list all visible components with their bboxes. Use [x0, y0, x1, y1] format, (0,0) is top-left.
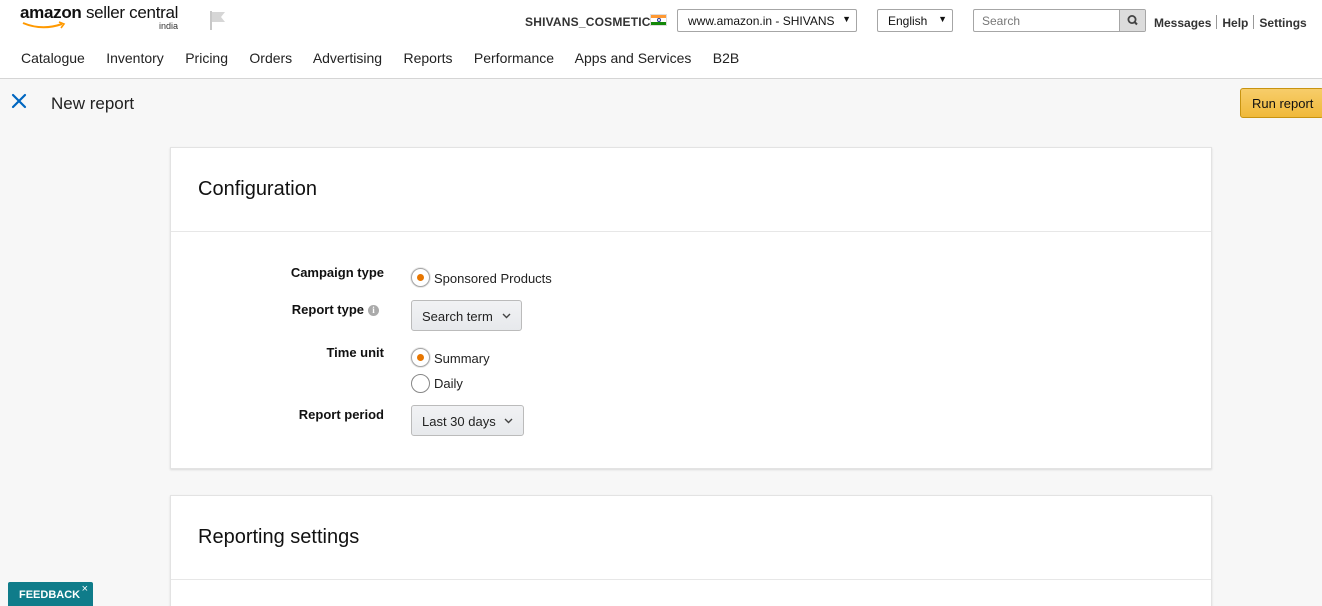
daily-radio[interactable] [411, 374, 430, 393]
close-icon[interactable] [10, 92, 28, 110]
chevron-down-icon [502, 313, 511, 319]
search-input[interactable] [974, 10, 1120, 31]
marketplace-select[interactable]: www.amazon.in - SHIVANS ▼ [677, 9, 857, 32]
nav-item-advertising[interactable]: Advertising [313, 50, 382, 66]
dropdown-caret-icon: ▼ [842, 14, 851, 24]
nav-item-performance[interactable]: Performance [474, 50, 554, 66]
language-select[interactable]: English ▼ [877, 9, 953, 32]
main-nav: Catalogue Inventory Pricing Orders Adver… [21, 50, 757, 66]
nav-item-b2b[interactable]: B2B [713, 50, 739, 66]
report-period-label: Report period [298, 407, 384, 422]
summary-label[interactable]: Summary [434, 351, 490, 366]
nav-item-inventory[interactable]: Inventory [106, 50, 164, 66]
help-link[interactable]: Help [1222, 16, 1248, 30]
logo-region: india [159, 21, 179, 31]
seller-central-logo[interactable]: amazon seller central india [20, 3, 185, 33]
report-period-value: Last 30 days [422, 414, 496, 429]
search-button[interactable] [1119, 10, 1145, 31]
nav-item-reports[interactable]: Reports [403, 50, 452, 66]
messages-link[interactable]: Messages [1154, 16, 1211, 30]
account-name: SHIVANS_COSMETIC [525, 15, 651, 29]
divider [171, 579, 1211, 580]
daily-label[interactable]: Daily [434, 376, 463, 391]
india-flag-icon [650, 14, 667, 26]
report-type-label: Report type [164, 302, 364, 317]
chevron-down-icon [504, 418, 513, 424]
report-type-dropdown[interactable]: Search term [411, 300, 522, 331]
page-title: New report [51, 94, 135, 113]
nav-item-orders[interactable]: Orders [249, 50, 292, 66]
top-header: amazon seller central india SHIVANS_COSM… [0, 0, 1322, 79]
language-value: English [888, 14, 928, 28]
report-type-value: Search term [422, 309, 493, 324]
link-divider [1253, 15, 1255, 29]
configuration-card: Configuration Campaign type Sponsored Pr… [170, 147, 1212, 469]
link-divider [1216, 15, 1218, 29]
nav-item-catalogue[interactable]: Catalogue [21, 50, 85, 66]
flag-icon[interactable] [207, 9, 229, 31]
divider [171, 231, 1211, 232]
campaign-type-label: Campaign type [290, 265, 384, 280]
feedback-tab[interactable]: FEEDBACK × [8, 582, 93, 606]
dropdown-caret-icon: ▼ [938, 14, 947, 24]
top-links: Messages Help Settings [1154, 15, 1307, 30]
reporting-settings-card: Reporting settings [170, 495, 1212, 606]
search-box [973, 9, 1146, 32]
settings-link[interactable]: Settings [1259, 16, 1306, 30]
feedback-label: FEEDBACK [19, 589, 81, 601]
time-unit-label: Time unit [326, 345, 384, 360]
summary-radio[interactable] [411, 348, 430, 367]
marketplace-value: www.amazon.in - SHIVANS [688, 14, 835, 28]
sponsored-products-label[interactable]: Sponsored Products [434, 271, 552, 286]
configuration-title: Configuration [198, 178, 317, 200]
info-icon[interactable]: i [368, 305, 379, 316]
run-report-button[interactable]: Run report [1240, 88, 1322, 118]
report-type-label-text: Report type [291, 302, 364, 317]
sponsored-products-radio[interactable] [411, 268, 430, 287]
close-icon[interactable]: × [82, 583, 88, 595]
nav-item-apps-and-services[interactable]: Apps and Services [575, 50, 692, 66]
report-period-dropdown[interactable]: Last 30 days [411, 405, 524, 436]
nav-item-pricing[interactable]: Pricing [185, 50, 228, 66]
logo-product: seller central [85, 3, 179, 22]
reporting-settings-title: Reporting settings [198, 526, 360, 548]
search-icon [1127, 15, 1138, 26]
amazon-smile-icon [22, 21, 66, 29]
logo-brand: amazon [20, 3, 82, 22]
